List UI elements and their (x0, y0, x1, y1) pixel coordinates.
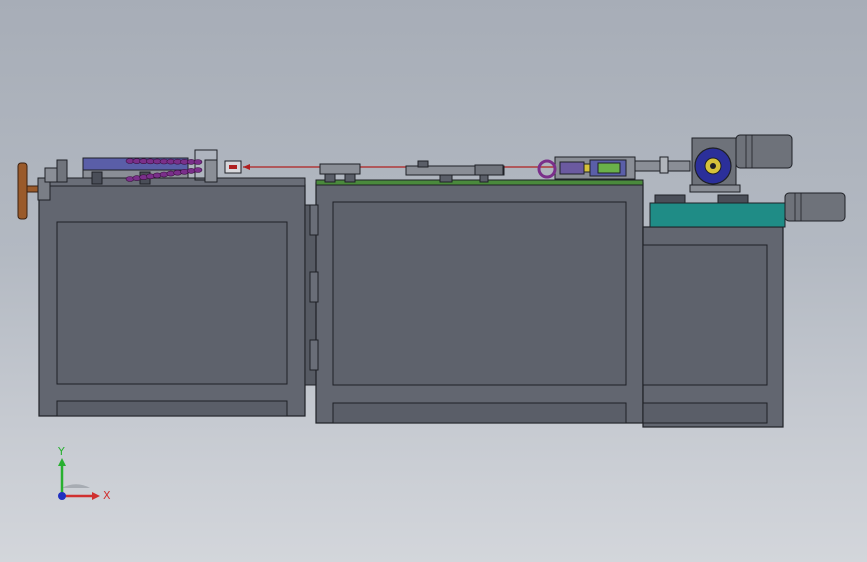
lower-motor (784, 192, 846, 222)
clamp-assembly (537, 156, 636, 180)
upper-motor (735, 134, 793, 169)
middle-cabinet (309, 179, 644, 424)
guide-block (224, 160, 242, 174)
motor-base (649, 194, 786, 228)
wire-line (243, 164, 560, 170)
drive-shaft (634, 156, 691, 174)
right-cabinet (642, 226, 784, 428)
cad-viewport[interactable]: X Y (0, 0, 867, 562)
coordinate-triad: X Y (57, 445, 111, 502)
left-cabinet (38, 177, 317, 417)
chain-link (193, 167, 203, 173)
x-axis-label: X (103, 489, 111, 502)
cutting-fixture (319, 160, 505, 183)
chain-link (193, 159, 203, 165)
gearbox (689, 137, 741, 193)
y-axis-label: Y (57, 445, 65, 458)
